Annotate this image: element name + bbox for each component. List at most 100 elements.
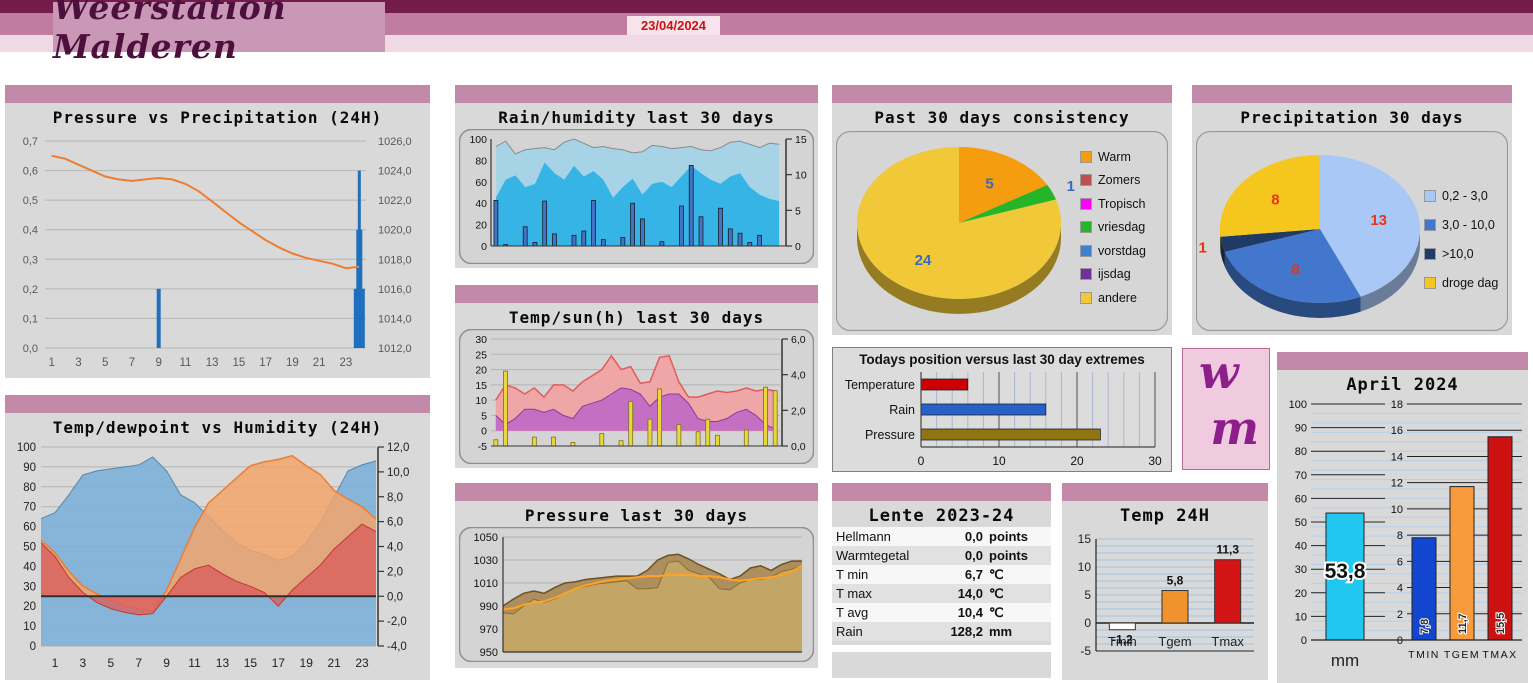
legend-swatch-icon <box>1080 174 1092 186</box>
svg-text:10: 10 <box>992 454 1006 468</box>
panel-strip <box>1277 352 1528 370</box>
svg-text:5,8: 5,8 <box>1167 574 1184 588</box>
svg-text:1030: 1030 <box>474 555 498 567</box>
svg-text:7: 7 <box>135 656 142 670</box>
svg-text:2: 2 <box>1397 609 1403 621</box>
legend-label: >10,0 <box>1442 247 1474 261</box>
station-logo: w m <box>1182 348 1270 470</box>
lente-label: Rain <box>836 624 925 639</box>
svg-text:19: 19 <box>286 357 299 369</box>
svg-text:13: 13 <box>206 357 219 369</box>
svg-text:40: 40 <box>475 198 487 210</box>
svg-text:17: 17 <box>259 357 272 369</box>
svg-text:1: 1 <box>52 656 59 670</box>
svg-text:21: 21 <box>327 656 341 670</box>
panel-strip <box>455 483 818 501</box>
svg-text:13: 13 <box>1370 212 1387 229</box>
legend-swatch-icon <box>1424 190 1436 202</box>
svg-text:-2,0: -2,0 <box>387 616 407 628</box>
legend-item: >10,0 <box>1424 239 1498 268</box>
legend-item: andere <box>1080 286 1146 310</box>
panel-strip <box>5 85 430 103</box>
rain-humidity-chart: 020406080100051015 <box>459 129 814 264</box>
dashboard: Weerstation Malderen 23/04/2024 Pressure… <box>0 0 1533 683</box>
svg-text:1014,0: 1014,0 <box>378 313 412 325</box>
lente-row: Hellmann0,0points <box>832 527 1051 546</box>
chart-title-rain-humidity: Rain/humidity last 30 days <box>455 103 818 129</box>
svg-text:5: 5 <box>985 176 993 193</box>
svg-text:6,0: 6,0 <box>791 334 806 346</box>
svg-text:8,0: 8,0 <box>387 492 403 504</box>
svg-text:15: 15 <box>475 380 487 392</box>
legend-swatch-icon <box>1080 221 1092 233</box>
lente-value: 14,0 <box>925 586 983 601</box>
svg-text:12,0: 12,0 <box>387 442 409 454</box>
legend-item: Zomers <box>1080 169 1146 193</box>
svg-text:20: 20 <box>1295 588 1307 600</box>
lente-unit: points <box>983 529 1047 544</box>
lente-row: Rain128,2mm <box>832 622 1051 641</box>
svg-text:50: 50 <box>23 542 36 554</box>
legend-label: Tropisch <box>1098 197 1145 211</box>
lente-unit: ℃ <box>983 586 1047 602</box>
svg-text:1026,0: 1026,0 <box>378 136 412 148</box>
svg-text:10: 10 <box>795 170 807 182</box>
legend-swatch-icon <box>1080 245 1092 257</box>
svg-text:25: 25 <box>475 349 487 361</box>
svg-text:-4,0: -4,0 <box>387 641 407 653</box>
svg-text:Rain: Rain <box>889 403 915 417</box>
precip-legend: 0,2 - 3,03,0 - 10,0>10,0droge dag <box>1424 181 1498 297</box>
legend-item: Warm <box>1080 145 1146 169</box>
svg-text:13: 13 <box>216 656 230 670</box>
lente-label: Warmtegetal <box>836 548 925 563</box>
lente-label: T max <box>836 586 925 601</box>
lente-row: T avg10,4℃ <box>832 603 1051 622</box>
svg-text:1: 1 <box>1198 239 1206 256</box>
temp-sun-chart: -50510152025300,02,04,06,0 <box>459 329 814 464</box>
svg-text:0,4: 0,4 <box>23 225 38 237</box>
svg-text:70: 70 <box>23 502 36 514</box>
svg-text:15: 15 <box>244 656 258 670</box>
svg-text:1024,0: 1024,0 <box>378 166 412 178</box>
lente-unit: ℃ <box>983 567 1047 583</box>
legend-swatch-icon <box>1080 151 1092 163</box>
svg-text:23: 23 <box>355 656 369 670</box>
svg-text:23: 23 <box>340 357 353 369</box>
svg-text:1: 1 <box>48 357 54 369</box>
svg-text:40: 40 <box>1295 541 1307 553</box>
svg-text:0,2: 0,2 <box>23 284 38 296</box>
svg-text:2,0: 2,0 <box>791 405 806 417</box>
svg-text:6: 6 <box>1397 556 1403 568</box>
svg-text:11,3: 11,3 <box>1216 543 1239 557</box>
svg-text:-5: -5 <box>478 441 487 453</box>
svg-text:10,0: 10,0 <box>387 467 409 479</box>
svg-text:1: 1 <box>1067 178 1075 195</box>
panel-pressure-precip: Pressure vs Precipitation (24H) 0,00,10,… <box>5 85 430 378</box>
svg-text:4: 4 <box>1397 583 1403 595</box>
svg-text:9: 9 <box>163 656 170 670</box>
pressure-precip-chart: 0,00,10,20,30,40,50,60,71012,01014,01016… <box>5 129 430 374</box>
legend-label: Zomers <box>1098 173 1140 187</box>
chart-title-temp-24h: Temp 24H <box>1062 501 1268 527</box>
chart-title-temp-dew: Temp/dewpoint vs Humidity (24H) <box>5 413 430 439</box>
panel-pressure-30d: Pressure last 30 days 950970990101010301… <box>455 483 818 668</box>
svg-text:0,0: 0,0 <box>23 343 38 355</box>
svg-text:1010: 1010 <box>474 578 498 590</box>
temp-dew-humidity-chart: 0102030405060708090100-4,0-2,00,02,04,06… <box>5 439 430 676</box>
svg-text:0: 0 <box>795 241 801 253</box>
station-title-box: Weerstation Malderen <box>53 2 385 52</box>
panel-temp-sun: Temp/sun(h) last 30 days -50510152025300… <box>455 285 818 468</box>
april-chart: 010203040506070809010002468101214161853,… <box>1281 396 1524 676</box>
lente-row: T max14,0℃ <box>832 584 1051 603</box>
chart-title-consistency: Past 30 days consistency <box>832 103 1172 129</box>
panel-strip <box>1062 483 1268 501</box>
svg-text:10: 10 <box>475 395 487 407</box>
legend-swatch-icon <box>1080 292 1092 304</box>
panel-lente: Lente 2023-24 Hellmann0,0pointsWarmteget… <box>832 483 1051 645</box>
legend-item: 3,0 - 10,0 <box>1424 210 1498 239</box>
panel-strip <box>1192 85 1512 103</box>
legend-item: ijsdag <box>1080 263 1146 287</box>
legend-swatch-icon <box>1424 248 1436 260</box>
panel-strip <box>832 483 1051 501</box>
legend-label: Warm <box>1098 150 1131 164</box>
